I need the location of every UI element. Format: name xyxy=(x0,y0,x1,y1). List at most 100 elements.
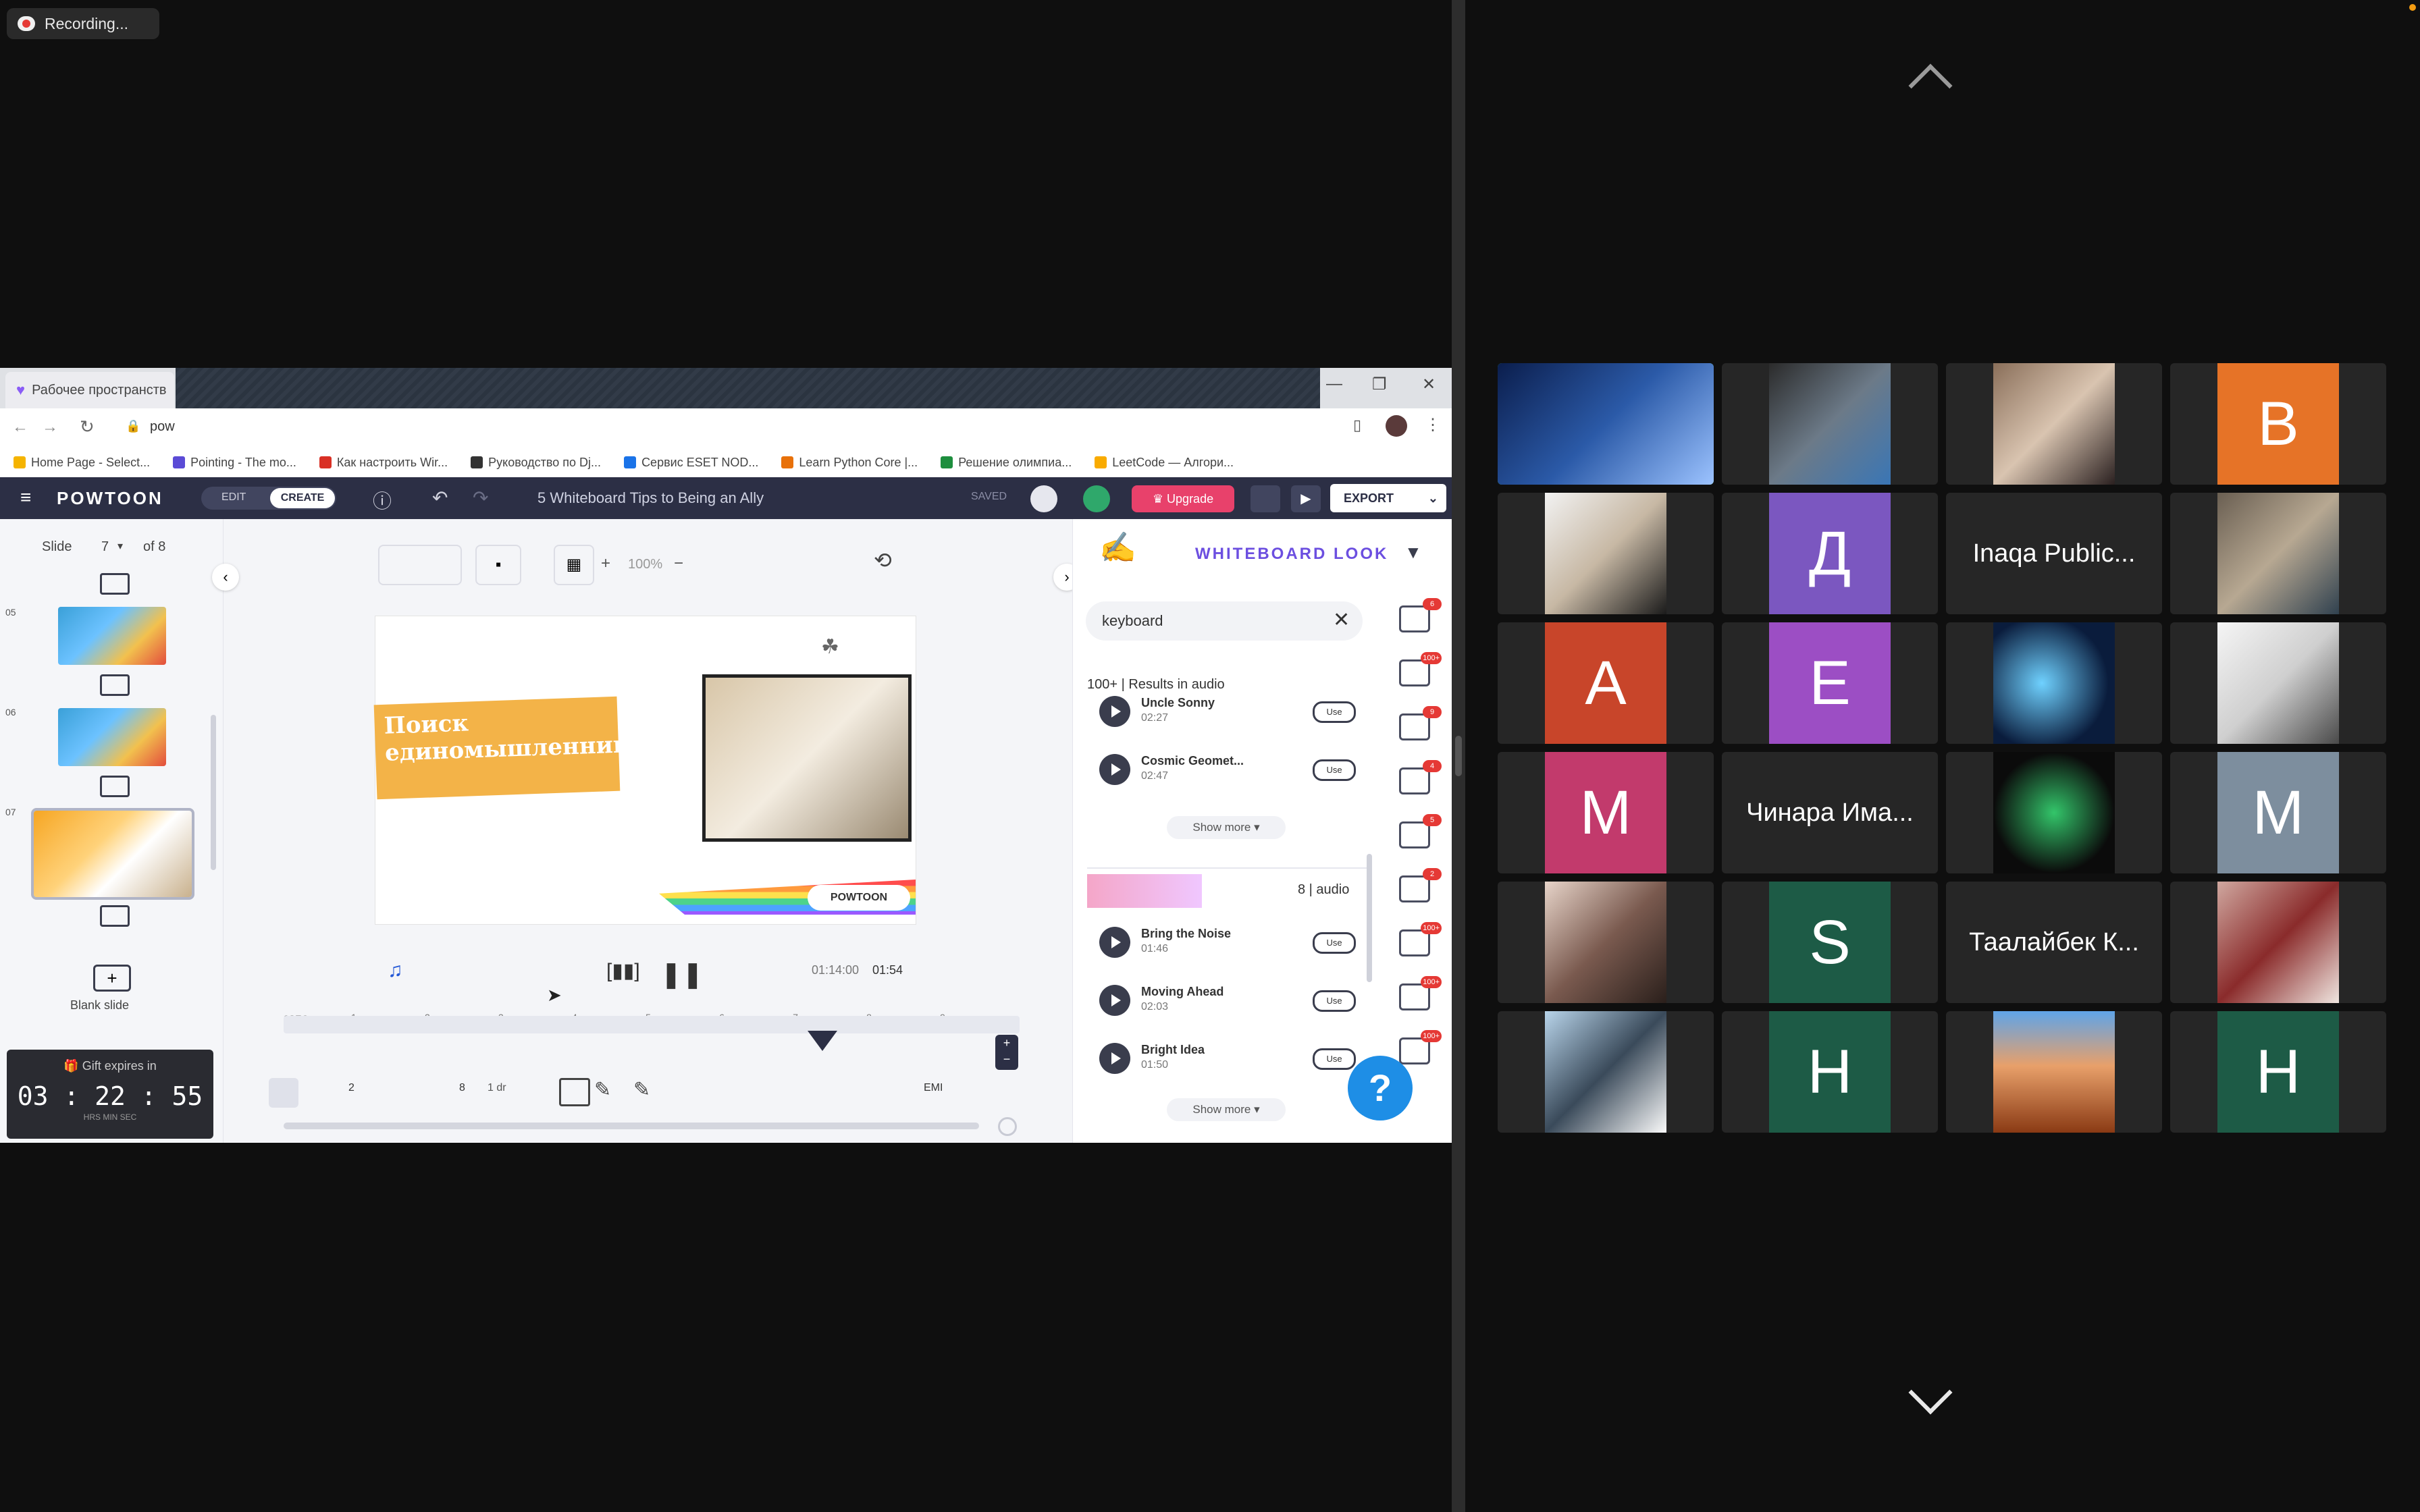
bookmark-item[interactable]: Home Page - Select... xyxy=(14,456,150,470)
add-slide-icon[interactable] xyxy=(100,573,130,595)
help-circle-icon[interactable]: ⓘ xyxy=(373,487,392,514)
slide-number-select[interactable]: 7 xyxy=(101,539,109,555)
music-note-icon[interactable]: ♫ xyxy=(388,959,403,982)
layout-dropdown[interactable] xyxy=(378,545,462,585)
browser-menu-icon[interactable]: ⋮ xyxy=(1425,415,1441,435)
sidebar-toggle-icon[interactable]: ▯ xyxy=(1353,416,1361,434)
bookmark-item[interactable]: Руководство по Dj... xyxy=(471,456,601,470)
zoom-in-icon[interactable]: + xyxy=(601,554,610,573)
timeline-edit-icon[interactable]: ✎ xyxy=(594,1078,611,1102)
participant-tile[interactable] xyxy=(1498,1011,1714,1133)
participant-tile[interactable]: M xyxy=(1498,752,1714,873)
canvas-photo[interactable] xyxy=(702,674,912,842)
export-button[interactable]: EXPORT ⌄ xyxy=(1330,484,1446,512)
library-category-icon[interactable]: 100+ xyxy=(1399,922,1442,956)
participant-tile[interactable]: Чинара Има... xyxy=(1722,752,1938,873)
play-icon[interactable] xyxy=(1099,985,1130,1016)
panel-style-title[interactable]: WHITEBOARD LOOK xyxy=(1195,545,1388,564)
play-icon[interactable]: [▮▮] xyxy=(606,959,640,983)
participant-tile[interactable] xyxy=(2170,622,2386,744)
clear-search-icon[interactable]: ✕ xyxy=(1333,608,1350,632)
participant-tile[interactable]: Inaqa Public... xyxy=(1946,493,2162,614)
participant-tile[interactable] xyxy=(1498,493,1714,614)
participant-tile[interactable]: S xyxy=(1722,882,1938,1003)
blank-slide-label[interactable]: Blank slide xyxy=(70,998,129,1013)
bookmark-item[interactable]: Решение олимпиа... xyxy=(941,456,1072,470)
add-slide-icon[interactable] xyxy=(100,674,130,696)
blank-slide-icon[interactable]: + xyxy=(93,965,131,992)
use-button[interactable]: Use xyxy=(1313,1048,1356,1070)
participant-tile[interactable]: E xyxy=(1722,622,1938,744)
bookmark-item[interactable]: LeetCode — Алгори... xyxy=(1095,456,1234,470)
use-button[interactable]: Use xyxy=(1313,759,1356,781)
timeline-track[interactable] xyxy=(284,1016,1020,1033)
slide-thumbnail[interactable] xyxy=(58,708,166,766)
slide-canvas[interactable]: Поиск единомышленников ☘ POWTOON xyxy=(373,616,916,924)
edit-mode-label[interactable]: EDIT xyxy=(221,491,246,504)
split-divider-grip[interactable] xyxy=(1455,736,1462,776)
bookmark-item[interactable]: Сервис ESET NOD... xyxy=(624,456,758,470)
bookmark-item[interactable]: Pointing - The mo... xyxy=(173,456,296,470)
create-mode-label[interactable]: CREATE xyxy=(270,488,335,508)
canvas-text-banner[interactable]: Поиск единомышленников xyxy=(373,696,661,800)
use-button[interactable]: Use xyxy=(1313,990,1356,1012)
grid-icon[interactable]: ▦ xyxy=(554,545,594,585)
play-icon[interactable] xyxy=(1099,696,1130,727)
bookmark-item[interactable]: Как настроить Wir... xyxy=(319,456,448,470)
participant-tile[interactable] xyxy=(1946,752,2162,873)
audio-category-banner[interactable] xyxy=(1087,874,1202,908)
library-category-icon[interactable]: 6 xyxy=(1399,598,1442,632)
timeline-edit-icon[interactable]: ✎ xyxy=(633,1078,650,1102)
preview-play-button[interactable]: ▶ xyxy=(1291,485,1321,512)
participant-tile[interactable]: A xyxy=(1498,622,1714,744)
add-slide-icon[interactable] xyxy=(100,905,130,927)
close-window-icon[interactable]: ✕ xyxy=(1422,375,1436,394)
library-category-icon[interactable]: 2 xyxy=(1399,868,1442,902)
participant-tile[interactable]: H xyxy=(1722,1011,1938,1133)
refresh-icon[interactable]: ⟲ xyxy=(874,547,892,573)
slide-thumbnail-selected[interactable] xyxy=(31,808,194,900)
playhead-marker[interactable] xyxy=(808,1031,837,1051)
participant-tile[interactable] xyxy=(1946,622,2162,744)
panel-scrollbar[interactable] xyxy=(1367,854,1372,982)
participant-tile[interactable] xyxy=(1498,882,1714,1003)
profile-avatar[interactable] xyxy=(1386,415,1407,437)
upgrade-button[interactable]: ♛ Upgrade xyxy=(1132,485,1234,512)
undo-icon[interactable]: ↶ xyxy=(432,487,448,509)
add-slide-icon[interactable] xyxy=(100,776,130,797)
use-button[interactable]: Use xyxy=(1313,932,1356,954)
camera-icon[interactable]: ▪ xyxy=(475,545,521,585)
participant-tile[interactable] xyxy=(2170,882,2386,1003)
participant-tile[interactable]: M xyxy=(2170,752,2386,873)
pause-icon[interactable]: ❚❚ xyxy=(660,959,704,990)
recording-indicator[interactable]: Recording... xyxy=(7,8,159,39)
participant-tile[interactable]: Д xyxy=(1722,493,1938,614)
zoom-out-icon[interactable]: − xyxy=(674,554,683,573)
show-more-button[interactable]: Show more ▾ xyxy=(1167,816,1286,839)
play-icon[interactable] xyxy=(1099,927,1130,958)
slides-scrollbar[interactable] xyxy=(211,715,216,870)
play-icon[interactable] xyxy=(1099,754,1130,785)
timeline-item[interactable] xyxy=(269,1078,298,1108)
hamburger-menu-icon[interactable]: ≡ xyxy=(20,487,31,508)
user-avatar[interactable] xyxy=(1030,485,1057,512)
collapse-left-icon[interactable]: ‹ xyxy=(212,564,239,591)
gallery-page-up-icon[interactable] xyxy=(1908,63,1953,108)
play-icon[interactable] xyxy=(1099,1043,1130,1074)
edit-create-toggle[interactable]: EDIT CREATE xyxy=(201,487,336,510)
library-category-icon[interactable]: 100+ xyxy=(1399,976,1442,1010)
presentation-title[interactable]: 5 Whiteboard Tips to Being an Ally xyxy=(537,489,764,507)
library-category-icon[interactable]: 100+ xyxy=(1399,652,1442,686)
minimize-icon[interactable]: — xyxy=(1326,375,1342,394)
participant-tile[interactable]: H xyxy=(2170,1011,2386,1133)
participant-tile[interactable]: Таалайбек К... xyxy=(1946,882,2162,1003)
back-icon[interactable]: ← xyxy=(12,418,28,437)
gift-countdown[interactable]: 🎁 Gift expires in 03 : 22 : 55 HRS MIN S… xyxy=(7,1050,213,1139)
help-button[interactable]: ? xyxy=(1348,1056,1413,1120)
slide-thumbnail[interactable] xyxy=(58,607,166,665)
chevron-down-icon[interactable]: ▼ xyxy=(1404,542,1422,563)
participant-tile[interactable] xyxy=(2170,493,2386,614)
redo-icon[interactable]: ↷ xyxy=(473,487,488,509)
participant-tile[interactable]: B xyxy=(2170,363,2386,485)
record-button[interactable] xyxy=(1251,485,1280,512)
